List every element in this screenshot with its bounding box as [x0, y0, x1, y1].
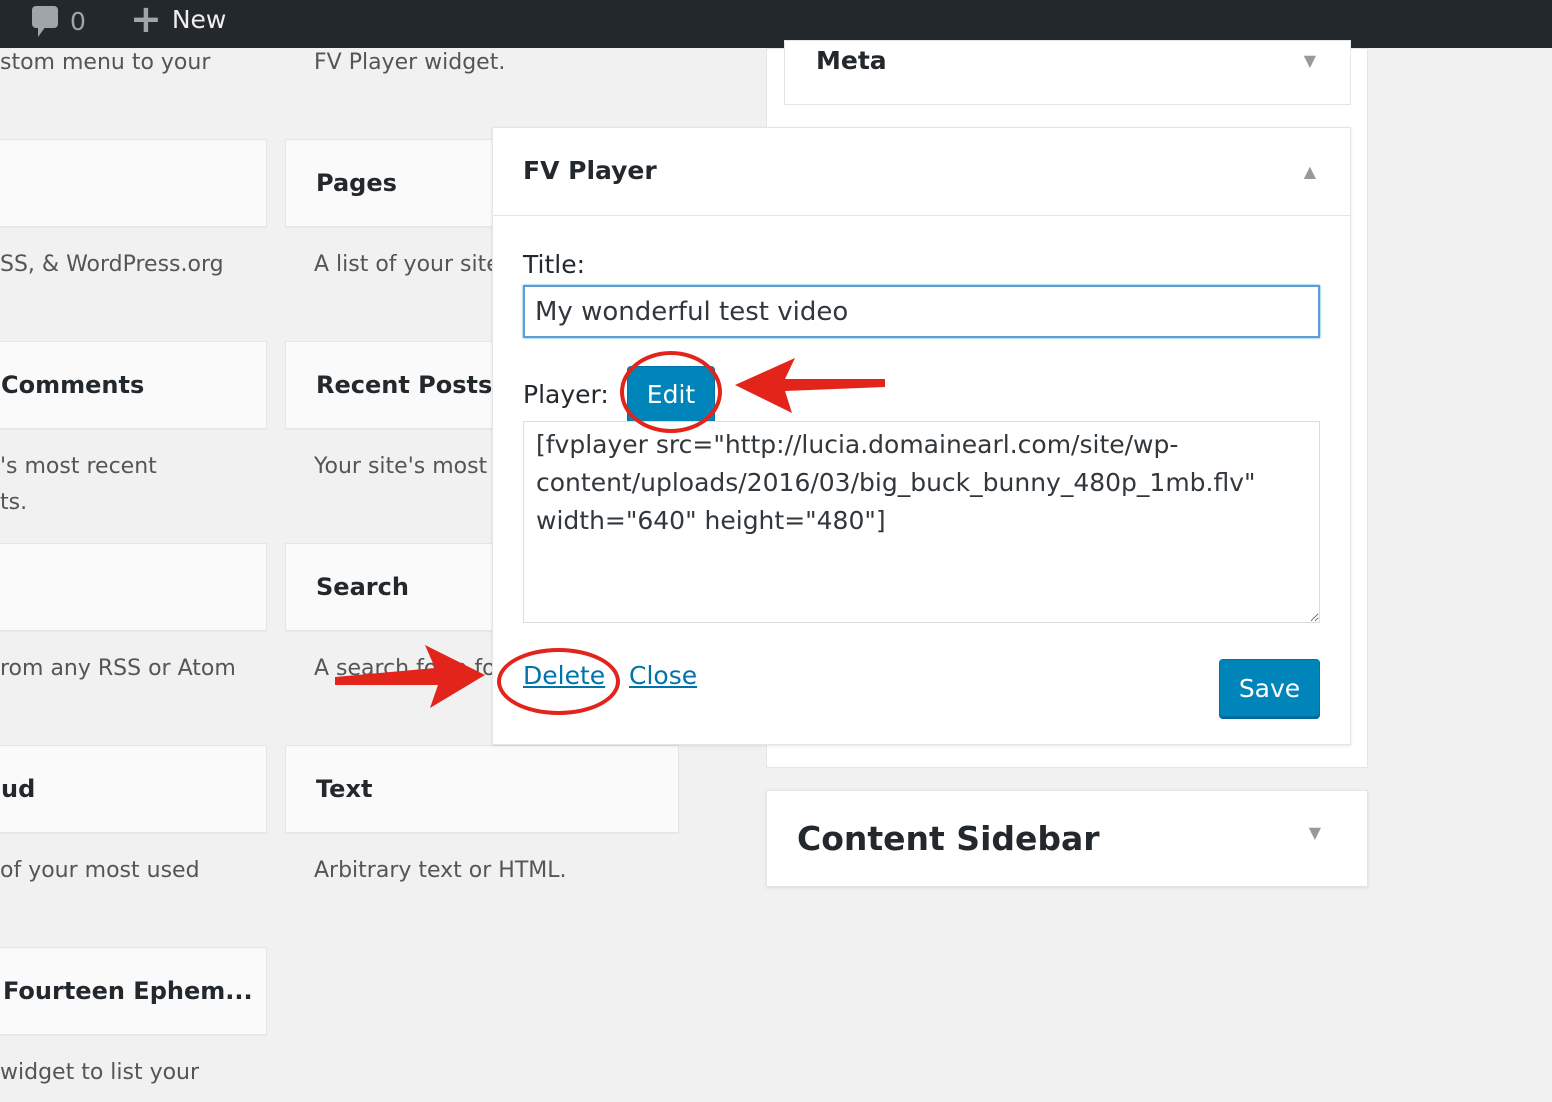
widget-desc: Your site's most — [314, 454, 488, 479]
widget-desc: stom menu to your — [0, 50, 211, 75]
title-label: Title: — [523, 250, 585, 279]
annotation-circle-edit — [620, 351, 722, 433]
title-input[interactable] — [523, 285, 1320, 338]
comment-icon — [32, 6, 58, 37]
widget-desc: FV Player widget. — [314, 50, 506, 75]
widget-card[interactable] — [0, 543, 267, 631]
widget-title: FV Player — [523, 156, 657, 185]
widget-title: Search — [316, 573, 409, 601]
comments-menu[interactable]: 0 — [30, 4, 86, 38]
widget-desc: 's most recent — [0, 454, 157, 479]
widget-desc: SS, & WordPress.org — [0, 252, 224, 277]
widget-title: Text — [316, 775, 373, 803]
caret-down-icon[interactable]: ▼ — [1304, 51, 1316, 70]
comments-count: 0 — [70, 6, 86, 36]
shortcode-textarea[interactable] — [523, 421, 1320, 623]
widget-title: ud — [1, 775, 36, 803]
new-menu[interactable]: + New — [130, 0, 227, 41]
widget-card-text[interactable]: Text — [285, 745, 679, 833]
widget-desc: Arbitrary text or HTML. — [314, 858, 567, 883]
widget-desc: A list of your site — [314, 252, 500, 277]
annotation-arrow-left-icon — [735, 358, 885, 413]
widget-header[interactable]: FV Player ▲ — [493, 128, 1350, 216]
player-label: Player: — [523, 380, 609, 409]
widget-card-comments[interactable]: Comments — [0, 341, 267, 429]
widget-card[interactable] — [0, 139, 267, 227]
annotation-arrow-right-icon — [335, 645, 485, 708]
save-button[interactable]: Save — [1219, 659, 1320, 717]
fv-player-widget: FV Player ▲ Title: Player: Edit Delete C… — [492, 127, 1351, 745]
meta-widget[interactable]: Meta ▼ — [784, 40, 1351, 105]
widget-title: Recent Posts — [316, 371, 493, 399]
widget-desc: of your most used — [0, 858, 200, 883]
annotation-circle-delete — [497, 648, 620, 715]
content-sidebar-title: Content Sidebar — [797, 819, 1100, 858]
widget-desc: rom any RSS or Atom — [0, 656, 236, 681]
close-link[interactable]: Close — [629, 661, 697, 690]
caret-up-icon[interactable]: ▲ — [1304, 162, 1316, 181]
plus-icon: + — [130, 0, 162, 41]
content-sidebar[interactable]: Content Sidebar ▼ — [766, 790, 1368, 887]
widget-title: Fourteen Ephem... — [3, 977, 253, 1005]
widget-desc: ts. — [0, 490, 28, 515]
widget-title: Pages — [316, 169, 397, 197]
caret-down-icon[interactable]: ▼ — [1309, 823, 1321, 842]
widget-desc: widget to list your — [0, 1060, 200, 1085]
meta-title: Meta — [816, 46, 887, 75]
new-label: New — [171, 4, 227, 34]
widget-title: Comments — [1, 371, 145, 399]
widget-card-tag-cloud[interactable]: ud — [0, 745, 267, 833]
widget-card-ephemera[interactable]: Fourteen Ephem... — [0, 947, 267, 1035]
